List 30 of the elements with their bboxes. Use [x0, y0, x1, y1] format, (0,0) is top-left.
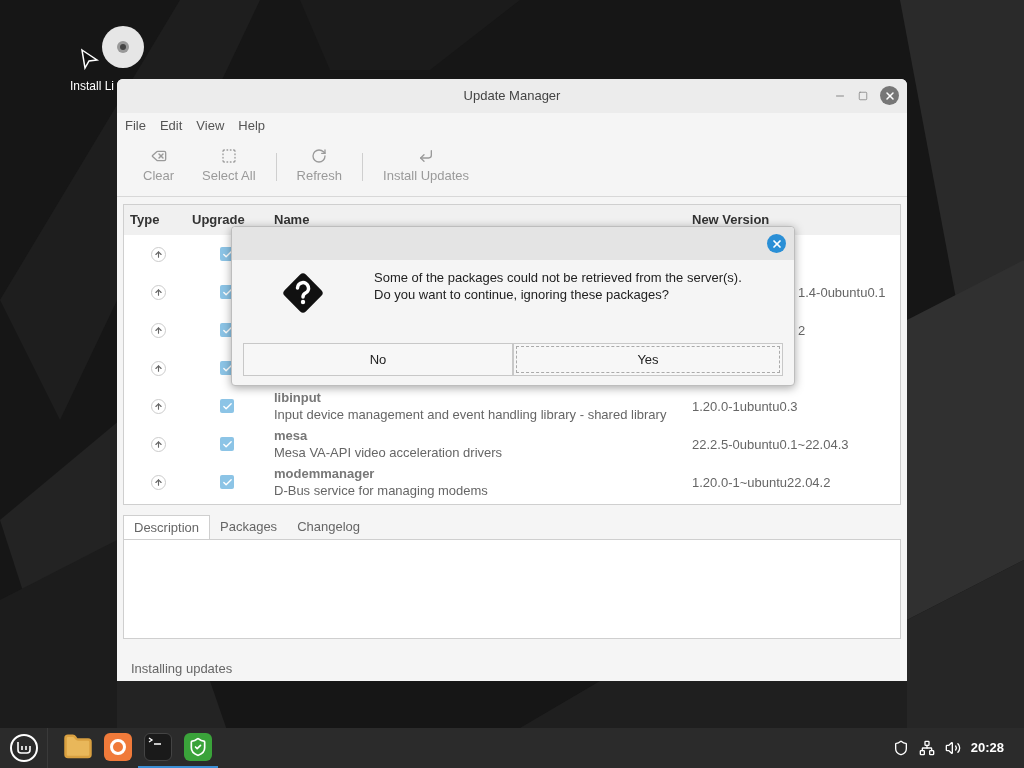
- version-text: 22.2.5-0ubuntu0.1~22.04.3: [692, 437, 849, 452]
- menu-item[interactable]: View: [190, 116, 231, 136]
- dialog-message: Some of the packages could not be retrieved from the server(s).: [374, 269, 742, 286]
- package-name: mesa: [274, 427, 309, 444]
- version-text: 1.4-0ubuntu0.1: [798, 285, 886, 300]
- package-description: Input device management and event handling library - shared library: [274, 406, 668, 423]
- desktop-icon-label[interactable]: Install Li: [70, 79, 115, 93]
- package-name: modemmanager: [274, 465, 376, 482]
- dialog-message: Do you want to continue, ignoring these packages?: [374, 286, 670, 303]
- column-header[interactable]: Upgrade: [192, 210, 268, 230]
- status-text: Installing updates: [131, 661, 233, 676]
- column-header[interactable]: Name: [268, 210, 692, 230]
- window-title: Update Manager: [463, 87, 561, 106]
- column-header[interactable]: Type: [124, 210, 192, 230]
- dialog-button[interactable]: No: [243, 343, 513, 376]
- version-text: 1.20.0-1~ubuntu22.04.2: [692, 475, 831, 490]
- menu-item[interactable]: File: [119, 116, 152, 136]
- menu-item[interactable]: Edit: [153, 116, 189, 136]
- version-text: 1.20.0-1ubuntu0.3: [692, 399, 798, 414]
- tab[interactable]: Description: [123, 515, 211, 539]
- tab[interactable]: Changelog: [287, 515, 370, 539]
- column-header[interactable]: New Version: [692, 210, 900, 230]
- clock[interactable]: 20:28: [970, 738, 1004, 758]
- menu-item[interactable]: Help: [232, 116, 272, 136]
- package-name: libinput: [274, 389, 322, 406]
- dialog-button[interactable]: Yes: [513, 343, 783, 376]
- package-description: Mesa VA-API video acceleration drivers: [274, 444, 504, 461]
- version-text: 2: [798, 323, 806, 338]
- tab[interactable]: Packages: [210, 515, 288, 539]
- package-description: D-Bus service for managing modems: [274, 482, 489, 499]
